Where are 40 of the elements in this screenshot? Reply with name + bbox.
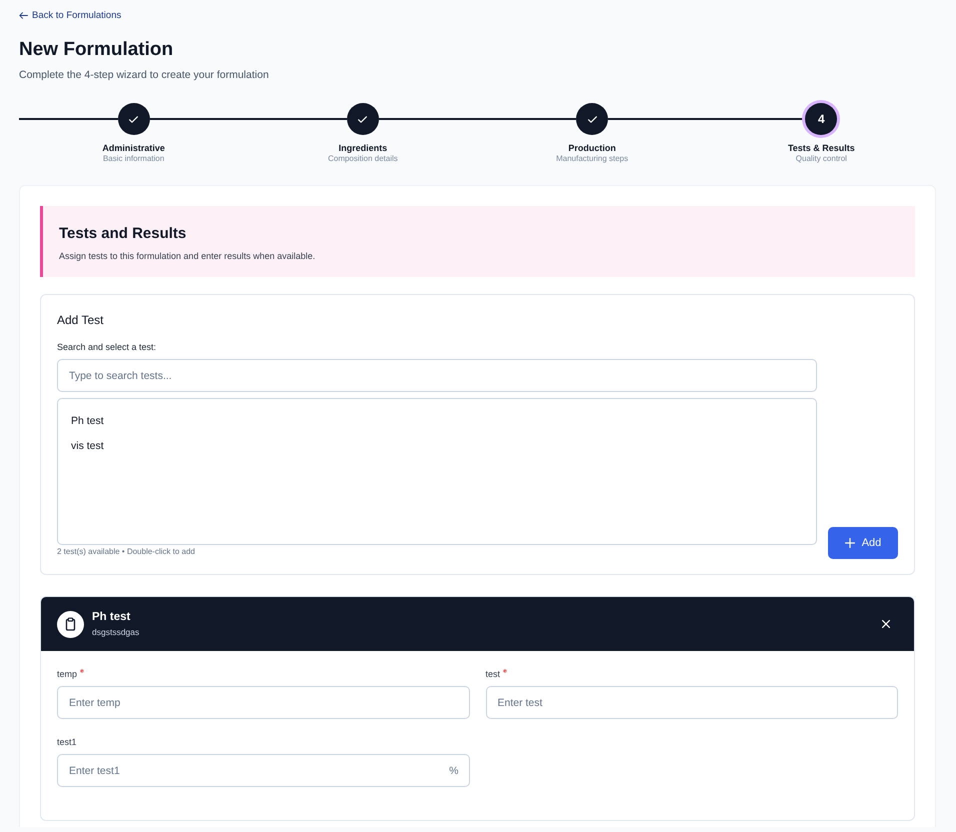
- test-option[interactable]: Ph test: [58, 409, 816, 434]
- arrow-left-icon: [19, 12, 28, 19]
- search-field[interactable]: Type to search tests...: [57, 359, 817, 392]
- clipboard-icon: [57, 610, 84, 638]
- close-icon: [882, 620, 890, 628]
- test-listbox[interactable]: Ph test vis test: [57, 398, 817, 545]
- step-indicator[interactable]: 4: [805, 103, 838, 135]
- input-field[interactable]: Enter test: [486, 686, 898, 719]
- test-subtitle: dsgstssdgas: [92, 627, 140, 638]
- step-title: Production: [568, 142, 616, 154]
- step-indicator[interactable]: [118, 103, 150, 135]
- check-icon: [129, 116, 138, 122]
- step-subtitle: Composition details: [328, 154, 398, 164]
- step-title: Ingredients: [338, 142, 388, 154]
- test-title: Ph test: [92, 610, 130, 624]
- page-title: New Formulation: [19, 38, 174, 62]
- list-hint: 2 test(s) available • Double-click to add: [57, 547, 196, 557]
- step-subtitle: Quality control: [796, 154, 847, 164]
- test-option[interactable]: vis test: [58, 434, 816, 459]
- field-label: test1: [57, 736, 77, 748]
- step-indicator[interactable]: [346, 103, 379, 135]
- step-subtitle: Manufacturing steps: [556, 154, 628, 164]
- panel-title: Add Test: [57, 312, 104, 328]
- page-subtitle: Complete the 4-step wizard to create your formulation: [19, 68, 270, 82]
- section-title: Tests and Results: [59, 225, 188, 243]
- unit-suffix: %: [449, 764, 458, 778]
- check-icon: [588, 116, 597, 122]
- search-label: Search and select a test:: [57, 341, 158, 353]
- section-description: Assign tests to this formulation and enter results when available.: [59, 250, 316, 262]
- plus-icon: [844, 538, 855, 548]
- add-button[interactable]: Add: [828, 527, 898, 559]
- field-label: test: [486, 668, 500, 680]
- field-label: temp: [57, 668, 78, 680]
- step-title: Tests & Results: [788, 142, 855, 154]
- check-icon: [358, 116, 368, 122]
- step-indicator[interactable]: [576, 103, 608, 135]
- back-link[interactable]: Back to Formulations: [19, 9, 122, 22]
- step-subtitle: Basic information: [102, 154, 164, 164]
- step-title: Administrative: [102, 142, 165, 154]
- input-field[interactable]: Enter temp: [57, 686, 470, 719]
